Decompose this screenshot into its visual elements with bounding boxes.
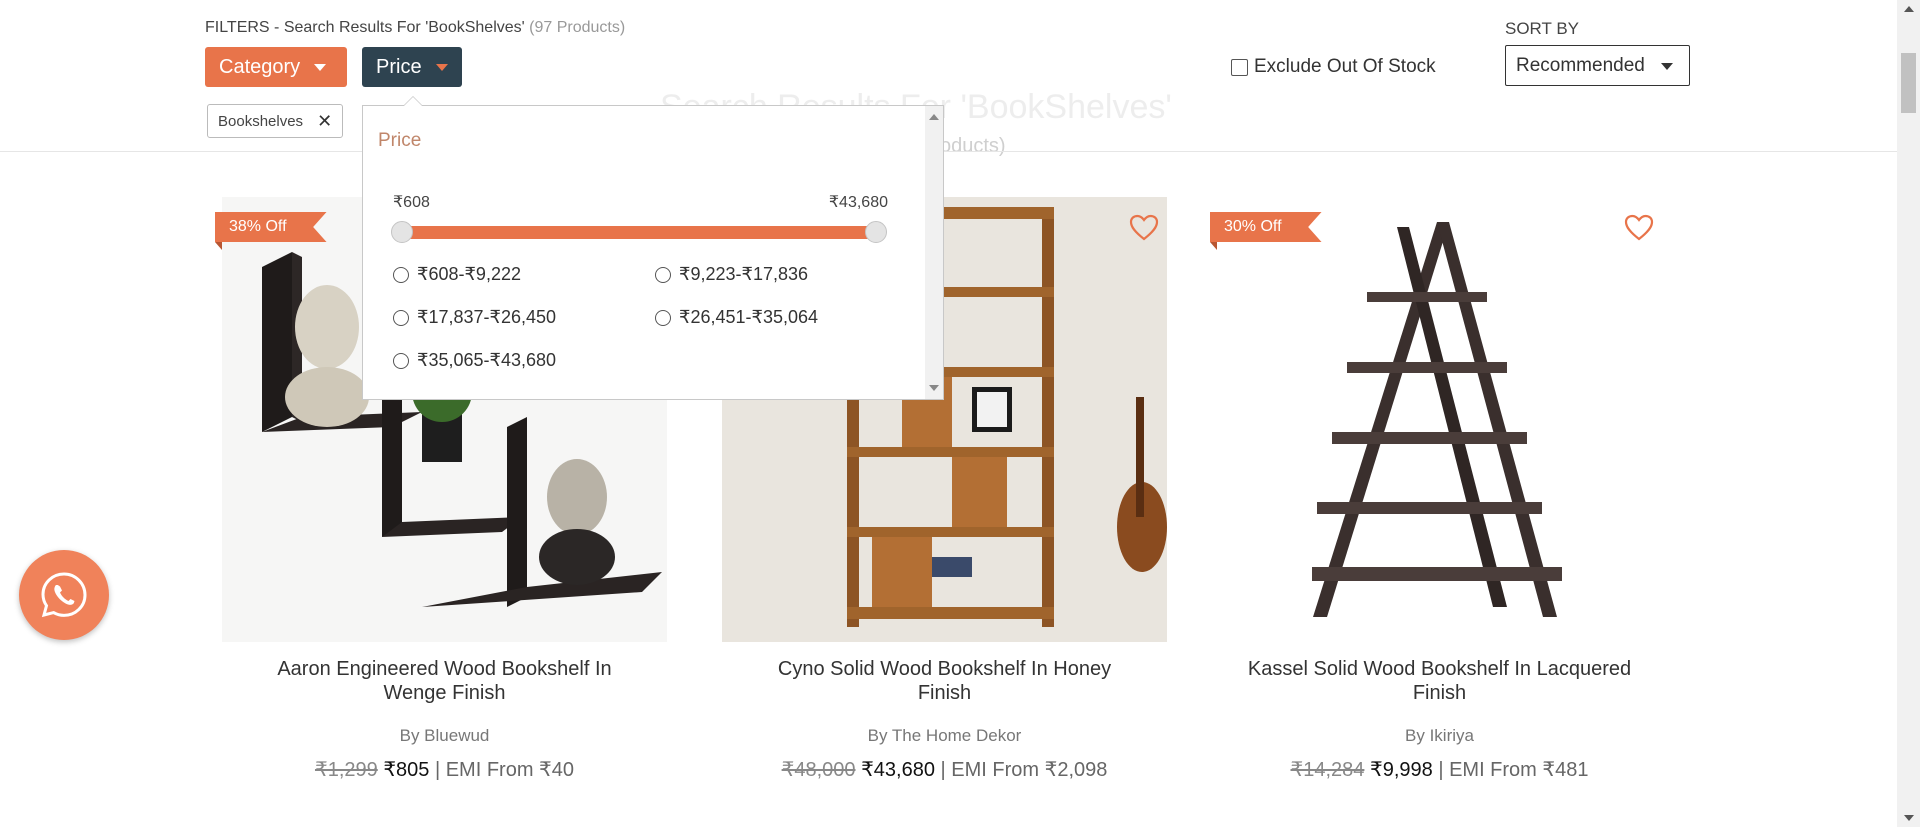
active-filter-chip: Bookshelves ✕ — [207, 104, 344, 138]
product-price: ₹14,284 ₹9,998 | EMI From ₹481 — [1217, 757, 1662, 782]
scroll-up-icon[interactable] — [929, 114, 939, 120]
price-option[interactable]: ₹35,065-₹43,680 — [393, 350, 556, 371]
product-name[interactable]: Aaron Engineered Wood Bookshelf In Wenge… — [222, 657, 667, 705]
price-filter-button[interactable]: Price — [362, 47, 462, 87]
product-count: (97 Products) — [529, 19, 626, 36]
price-filter-dropdown: Price ₹608 ₹43,680 ₹608-₹9,222 ₹9,223-₹1… — [362, 96, 944, 400]
price-option[interactable]: ₹608-₹9,222 — [393, 264, 521, 285]
badge-fold — [215, 242, 222, 250]
chip-label: Bookshelves — [218, 112, 304, 130]
heart-icon[interactable] — [1129, 214, 1159, 242]
price-option[interactable]: ₹26,451-₹35,064 — [655, 307, 818, 328]
price-option-label: ₹26,451-₹35,064 — [679, 307, 819, 327]
whatsapp-icon — [41, 572, 87, 618]
sort-value: Recommended — [1516, 54, 1645, 76]
price-option[interactable]: ₹17,837-₹26,450 — [393, 307, 556, 328]
product-name-line: Finish — [917, 682, 972, 704]
old-price: ₹14,284 — [1290, 759, 1365, 781]
scroll-down-icon[interactable] — [929, 385, 939, 391]
scroll-up-icon[interactable] — [1904, 6, 1914, 12]
price-option-radio[interactable] — [393, 266, 409, 283]
price-filter-title: Price — [378, 130, 422, 151]
discount-badge: 30% Off — [1210, 212, 1322, 242]
product-price: ₹48,000 ₹43,680 | EMI From ₹2,098 — [722, 757, 1167, 782]
caret-down-icon — [435, 63, 448, 71]
category-label: Category — [219, 55, 301, 78]
whatsapp-chat-button[interactable] — [19, 550, 109, 640]
product-card[interactable]: 30% Off Kassel Solid Wood Bookshelf In L… — [1210, 197, 1662, 781]
current-price: ₹9,998 — [1369, 759, 1433, 781]
product-image[interactable] — [1217, 197, 1662, 642]
current-price: ₹43,680 — [861, 759, 935, 781]
page-scrollbar[interactable] — [1897, 0, 1920, 827]
scrollbar-thumb[interactable] — [1901, 53, 1916, 113]
category-filter-button[interactable]: Category — [205, 47, 347, 87]
price-option-radio[interactable] — [655, 309, 671, 326]
chevron-down-icon — [1661, 63, 1673, 70]
scroll-down-icon[interactable] — [1904, 815, 1914, 821]
old-price: ₹48,000 — [781, 759, 856, 781]
product-name-line: Cyno Solid Wood Bookshelf In Honey — [777, 658, 1112, 680]
price-range-track[interactable] — [403, 226, 879, 239]
product-brand: By Ikiriya — [1405, 726, 1474, 745]
price-max-handle[interactable] — [865, 221, 887, 243]
product-name-line: Aaron Engineered Wood Bookshelf In — [277, 658, 612, 680]
price-option-radio[interactable] — [393, 309, 409, 326]
divider — [0, 151, 1897, 152]
sort-select[interactable]: Recommended — [1505, 45, 1690, 86]
price-option-radio[interactable] — [655, 266, 671, 283]
product-name-line: Finish — [1412, 682, 1467, 704]
price-max-label: ₹43,680 — [828, 194, 888, 211]
caret-down-icon — [314, 63, 327, 71]
price-option-label: ₹17,837-₹26,450 — [417, 307, 557, 327]
emi-text: | EMI From ₹481 — [1438, 759, 1589, 781]
product-name-line: Wenge Finish — [383, 682, 506, 704]
filters-title: FILTERS - Search Results For 'BookShelve… — [205, 19, 525, 36]
product-name[interactable]: Kassel Solid Wood Bookshelf In Lacquered… — [1217, 657, 1662, 705]
price-option-label: ₹35,065-₹43,680 — [417, 350, 557, 370]
product-name-line: Kassel Solid Wood Bookshelf In Lacquered — [1247, 658, 1632, 680]
emi-text: | EMI From ₹40 — [434, 759, 575, 781]
price-option[interactable]: ₹9,223-₹17,836 — [655, 264, 808, 285]
discount-badge: 38% Off — [215, 212, 327, 242]
product-brand: By Bluewud — [399, 726, 490, 745]
price-label: Price — [376, 55, 422, 78]
price-option-radio[interactable] — [393, 352, 409, 369]
product-price: ₹1,299 ₹805 | EMI From ₹40 — [222, 757, 667, 782]
exclude-out-of-stock[interactable]: Exclude Out Of Stock — [1231, 56, 1436, 78]
product-name[interactable]: Cyno Solid Wood Bookshelf In Honey Finis… — [722, 657, 1167, 705]
current-price: ₹805 — [383, 759, 430, 781]
price-min-label: ₹608 — [393, 194, 430, 211]
price-option-label: ₹608-₹9,222 — [417, 264, 521, 284]
heart-icon[interactable] — [1624, 214, 1654, 242]
sort-by-label: SORT BY — [1505, 19, 1580, 38]
old-price: ₹1,299 — [314, 759, 378, 781]
exclude-label: Exclude Out Of Stock — [1254, 56, 1436, 77]
product-brand: By The Home Dekor — [867, 726, 1022, 745]
bookshelf-illustration — [1217, 197, 1662, 642]
close-icon[interactable]: ✕ — [317, 111, 332, 132]
dropdown-scrollbar[interactable] — [925, 106, 943, 399]
badge-fold — [1210, 242, 1217, 250]
price-option-label: ₹9,223-₹17,836 — [679, 264, 808, 284]
price-min-handle[interactable] — [391, 221, 413, 243]
filters-header: FILTERS - Search Results For 'BookShelve… — [205, 19, 625, 37]
emi-text: | EMI From ₹2,098 — [940, 759, 1108, 781]
exclude-checkbox[interactable] — [1231, 58, 1248, 76]
